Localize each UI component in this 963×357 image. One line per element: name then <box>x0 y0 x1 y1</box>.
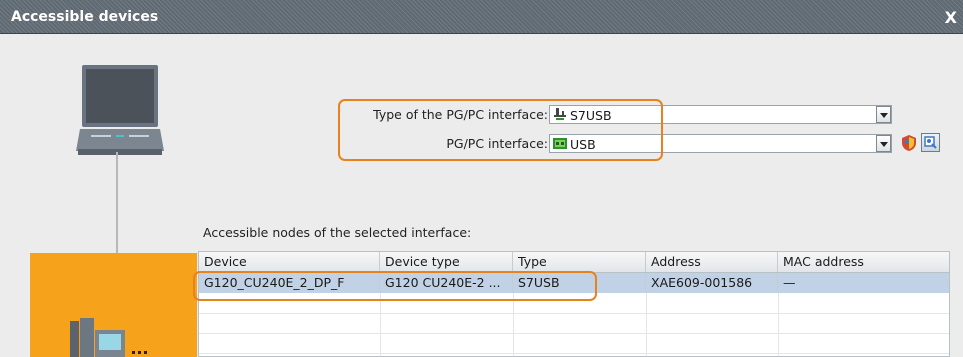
cell-address: XAE609-001586 <box>646 273 778 293</box>
nodes-table: Device Device type Type Address MAC addr… <box>198 251 950 357</box>
column-divider <box>513 293 514 356</box>
connection-line <box>116 152 118 253</box>
chevron-down-icon[interactable] <box>876 135 891 152</box>
devices-icon <box>70 318 147 357</box>
column-header-mac[interactable]: MAC address <box>778 252 949 272</box>
column-divider <box>646 293 647 356</box>
cell-mac: — <box>783 275 796 290</box>
column-header-device-type[interactable]: Device type <box>380 252 513 272</box>
chevron-down-icon[interactable] <box>876 106 891 123</box>
interface-highlight <box>338 99 663 161</box>
column-header-device[interactable]: Device <box>199 252 380 272</box>
empty-row <box>199 313 949 334</box>
column-header-type[interactable]: Type <box>513 252 646 272</box>
column-divider <box>778 293 779 356</box>
column-header-address[interactable]: Address <box>646 252 778 272</box>
shield-icon[interactable] <box>901 134 917 152</box>
empty-row <box>199 333 949 354</box>
flash-led-icon <box>924 136 937 149</box>
table-header: Device Device type Type Address MAC addr… <box>199 252 949 273</box>
dialog-title: Accessible devices <box>11 9 159 25</box>
nodes-label: Accessible nodes of the selected interfa… <box>203 225 472 240</box>
laptop-icon <box>76 65 164 155</box>
close-button[interactable]: X <box>945 8 957 27</box>
flash-led-button[interactable] <box>921 133 940 152</box>
row-highlight <box>193 271 597 301</box>
column-divider <box>380 293 381 356</box>
title-bar: Accessible devices X <box>0 0 963 34</box>
